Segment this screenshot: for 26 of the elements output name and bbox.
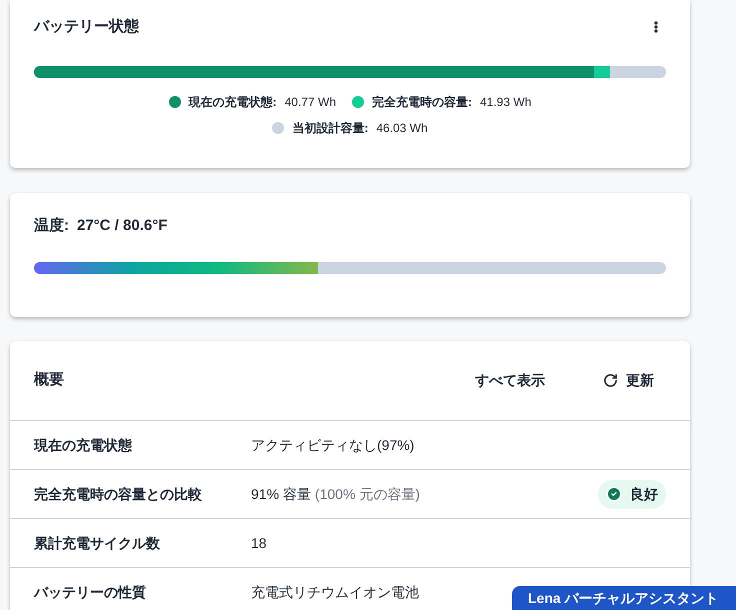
row-label: 現在の充電状態 [34, 436, 133, 454]
legend-value: 46.03 Wh [376, 120, 428, 136]
card-title: 概要 [34, 370, 65, 390]
legend-value: 40.77 Wh [284, 94, 336, 110]
refresh-button[interactable]: 更新 [603, 370, 654, 391]
legend-value: 41.93 Wh [480, 94, 532, 110]
row-value: 充電式リチウムイオン電池 [251, 582, 419, 602]
row-value: 18 [251, 534, 267, 552]
row-value: 91% 容量 [251, 484, 311, 504]
row-label: 累計充電サイクル数 [34, 534, 161, 552]
refresh-icon [603, 373, 618, 388]
row-label: 完全充電時の容量との比較 [34, 484, 203, 504]
temperature-value: 27°C / 80.6°F [77, 216, 168, 236]
legend-label: 現在の充電状態: [188, 94, 277, 110]
temperature-label: 温度: [34, 216, 69, 236]
card-title: バッテリー状態 [34, 17, 139, 37]
more-icon [654, 21, 658, 34]
check-icon [606, 486, 622, 502]
row-note: (100% 元の容量) [314, 484, 420, 504]
assistant-tab[interactable]: Lena バーチャルアシスタント [512, 586, 736, 610]
row-label: バッテリーの性質 [34, 582, 147, 602]
status-badge: 良好 [598, 480, 666, 508]
legend-label: 当初設計容量: [292, 120, 368, 136]
show-all-button[interactable]: すべて表示 [475, 370, 545, 391]
legend-label: 完全充電時の容量: [372, 94, 472, 110]
row-value: アクティビティなし(97%) [251, 436, 414, 455]
